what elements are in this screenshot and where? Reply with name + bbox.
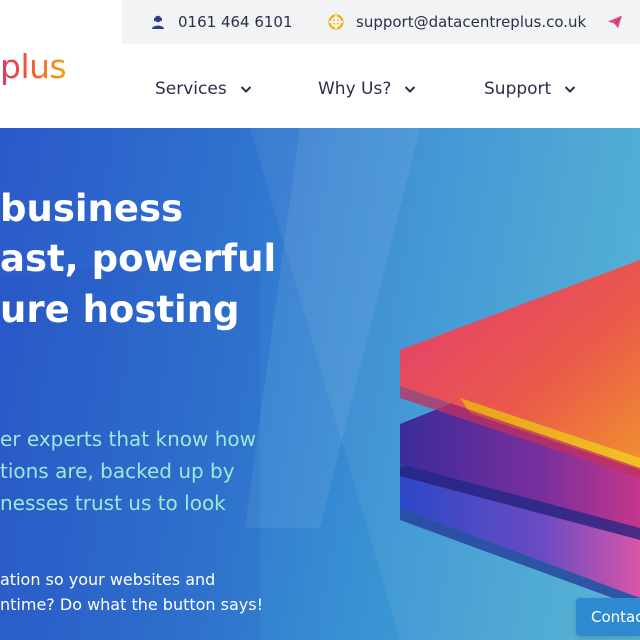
hero-headline-line-2: ast, powerful bbox=[0, 237, 277, 280]
contact-button[interactable]: Contac bbox=[576, 598, 640, 636]
nav-why-us[interactable]: Why Us? bbox=[318, 76, 417, 102]
hero-subcopy-line-3: nesses trust us to look bbox=[0, 491, 226, 515]
nav-support[interactable]: Support bbox=[484, 76, 577, 102]
hero-headline-line-3: ure hosting bbox=[0, 288, 240, 331]
nav-label[interactable]: Why Us? bbox=[318, 79, 391, 99]
chevron-down-icon bbox=[403, 82, 417, 96]
hero-subcopy-line-1: er experts that know how bbox=[0, 427, 256, 451]
user-headset-icon bbox=[150, 14, 166, 30]
nav-label[interactable]: Services bbox=[155, 79, 227, 99]
site-logo[interactable]: plus bbox=[0, 44, 110, 88]
logo-text[interactable]: plus bbox=[0, 47, 67, 86]
nav-services[interactable]: Services bbox=[155, 76, 253, 102]
phone-contact[interactable]: 0161 464 6101 bbox=[150, 0, 293, 44]
hero-headline-line-1: business bbox=[0, 187, 184, 230]
email-contact[interactable]: support@datacentreplus.co.uk bbox=[328, 0, 586, 44]
send-message[interactable] bbox=[607, 0, 635, 44]
phone-number[interactable]: 0161 464 6101 bbox=[178, 13, 293, 31]
hero-smallcopy-line-2: ntime? Do what the button says! bbox=[0, 595, 264, 614]
lifebuoy-icon bbox=[328, 14, 344, 30]
hero-banner: business ast, powerful ure hosting er ex… bbox=[0, 128, 640, 640]
nav-label[interactable]: Support bbox=[484, 79, 551, 99]
hero-smallcopy-line-1: ation so your websites and bbox=[0, 570, 216, 589]
chevron-down-icon bbox=[563, 82, 577, 96]
contact-button-label[interactable]: Contac bbox=[591, 608, 640, 626]
chevron-down-icon bbox=[239, 82, 253, 96]
hero-subcopy-line-2: tions are, backed up by bbox=[0, 459, 235, 483]
paper-plane-icon[interactable] bbox=[607, 14, 623, 30]
support-email[interactable]: support@datacentreplus.co.uk bbox=[356, 13, 586, 31]
